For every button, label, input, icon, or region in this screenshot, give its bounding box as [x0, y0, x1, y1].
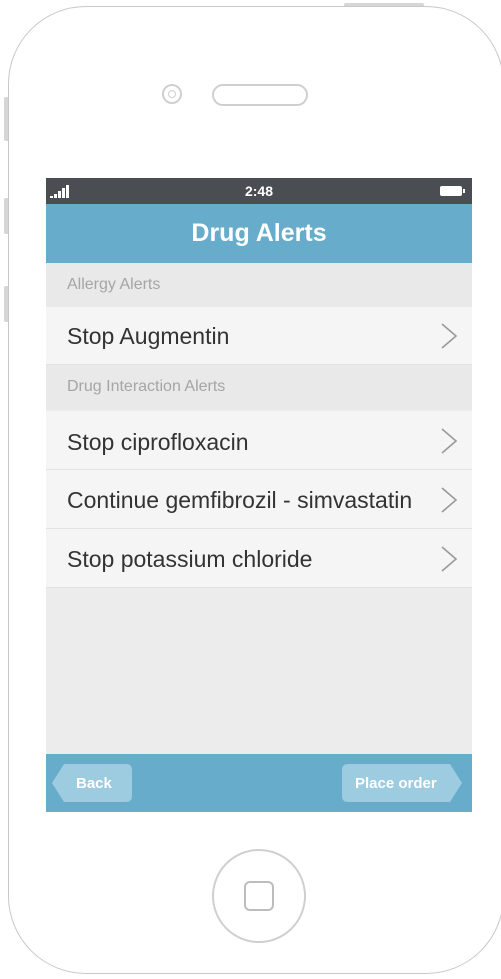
list-item-label: Stop potassium chloride: [67, 546, 313, 572]
back-button-label: Back: [76, 775, 112, 792]
chevron-right-icon: [441, 487, 458, 513]
status-bar: 2:48: [46, 178, 472, 204]
list-item[interactable]: Stop potassium chloride: [46, 529, 472, 588]
speaker-grille: [212, 84, 308, 106]
list-item[interactable]: Stop ciprofloxacin: [46, 411, 472, 470]
list-item[interactable]: Continue gemfibrozil - simvastatin: [46, 470, 472, 529]
section-header-allergy: Allergy Alerts: [46, 263, 472, 307]
home-square-icon: [244, 881, 274, 911]
battery-icon: [440, 186, 465, 196]
list-item[interactable]: Stop Augmentin: [46, 307, 472, 365]
list-item-label: Stop ciprofloxacin: [67, 429, 249, 455]
section-header-drug-interaction: Drug Interaction Alerts: [46, 365, 472, 409]
back-button[interactable]: Back: [52, 764, 132, 802]
chevron-right-icon: [441, 428, 458, 454]
status-time: 2:48: [244, 183, 274, 199]
place-order-button[interactable]: Place order: [342, 764, 462, 802]
navigation-bar: Drug Alerts: [46, 204, 472, 263]
chevron-right-icon: [441, 546, 458, 572]
place-order-button-label: Place order: [355, 775, 437, 792]
list-item-label: Stop Augmentin: [67, 323, 230, 349]
bottom-toolbar: Back Place order: [46, 754, 472, 812]
chevron-right-icon: [441, 323, 458, 349]
page-title: Drug Alerts: [191, 219, 327, 247]
home-button[interactable]: [212, 849, 306, 943]
list-item-label: Continue gemfibrozil - simvastatin: [67, 487, 413, 513]
camera-icon: [162, 84, 182, 104]
app-screen: 2:48 Drug Alerts Allergy Alerts Stop Aug…: [46, 178, 472, 812]
